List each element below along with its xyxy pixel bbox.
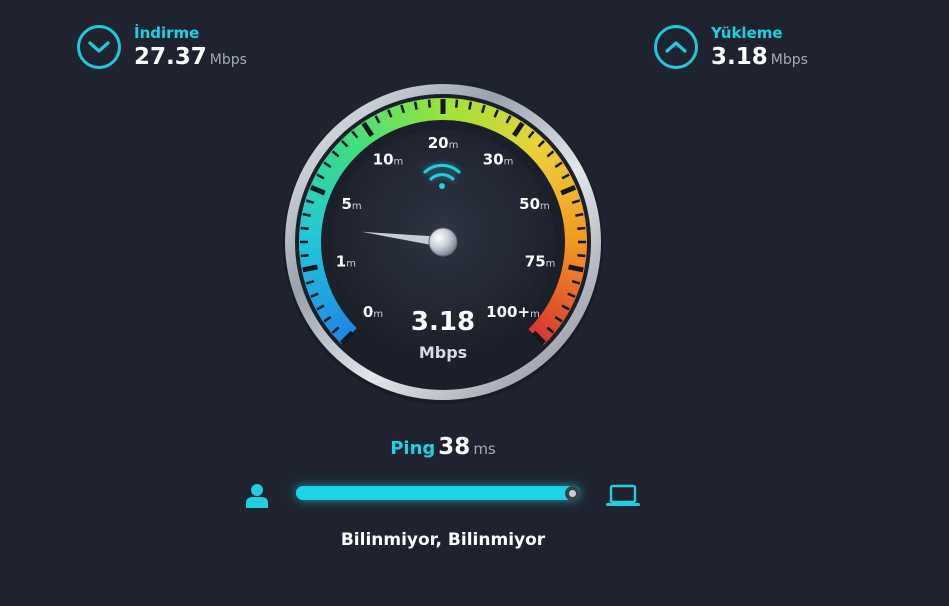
speed-gauge: 0m1m5m10m20m30m50m75m100+m 3.18 Mbps bbox=[283, 84, 603, 404]
gauge-scale-number: 10 bbox=[373, 151, 394, 169]
gauge-current-value: 3.18 bbox=[411, 307, 475, 337]
gauge-tick bbox=[302, 212, 311, 217]
gauge-scale-unit: m bbox=[546, 258, 556, 269]
gauge-tick bbox=[568, 264, 584, 273]
gauge-scale-unit: m bbox=[530, 309, 540, 320]
gauge-scale-unit: m bbox=[352, 201, 362, 212]
gauge-scale-number: 100+ bbox=[486, 303, 530, 321]
gauge-tick bbox=[302, 264, 318, 273]
ping-progress-knob bbox=[565, 485, 580, 501]
gauge-scale-unit: m bbox=[449, 140, 459, 151]
user-icon bbox=[246, 484, 268, 508]
gauge-tick bbox=[577, 253, 586, 258]
laptop-icon bbox=[606, 484, 640, 506]
isp-info: Bilinmiyor, Bilinmiyor bbox=[340, 530, 546, 550]
gauge-scale-unit: m bbox=[394, 157, 404, 168]
gauge-scale-number: 50 bbox=[519, 195, 540, 213]
gauge-tick bbox=[468, 101, 473, 110]
gauge-scale-number: 0 bbox=[363, 303, 373, 321]
gauge-tick bbox=[575, 212, 584, 217]
gauge-scale-unit: m bbox=[540, 201, 550, 212]
gauge-scale-unit: m bbox=[504, 157, 514, 168]
ping-label: Ping bbox=[390, 438, 436, 459]
gauge-scale-unit: m bbox=[346, 258, 356, 269]
gauge-tick bbox=[454, 99, 459, 108]
ping-unit: ms bbox=[473, 440, 496, 458]
gauge-tick bbox=[300, 226, 309, 231]
gauge-tick bbox=[300, 253, 309, 258]
gauge-scale-number: 1 bbox=[336, 252, 346, 270]
gauge-scale-number: 30 bbox=[483, 151, 504, 169]
gauge-tick bbox=[577, 226, 586, 231]
ping-value: 38 bbox=[438, 434, 471, 460]
gauge-scale-unit: m bbox=[373, 309, 383, 320]
gauge-tick bbox=[413, 101, 418, 110]
gauge-current-unit: Mbps bbox=[419, 343, 467, 362]
ping-progress-fill bbox=[296, 486, 580, 500]
gauge-scale-number: 20 bbox=[428, 134, 449, 152]
gauge-scale-number: 5 bbox=[341, 195, 351, 213]
ping-readout: Ping 38 ms bbox=[0, 434, 886, 460]
gauge-hub bbox=[428, 227, 458, 257]
gauge-tick bbox=[427, 99, 432, 108]
gauge-scale-number: 75 bbox=[525, 252, 546, 270]
ping-progress-bar bbox=[296, 485, 580, 501]
